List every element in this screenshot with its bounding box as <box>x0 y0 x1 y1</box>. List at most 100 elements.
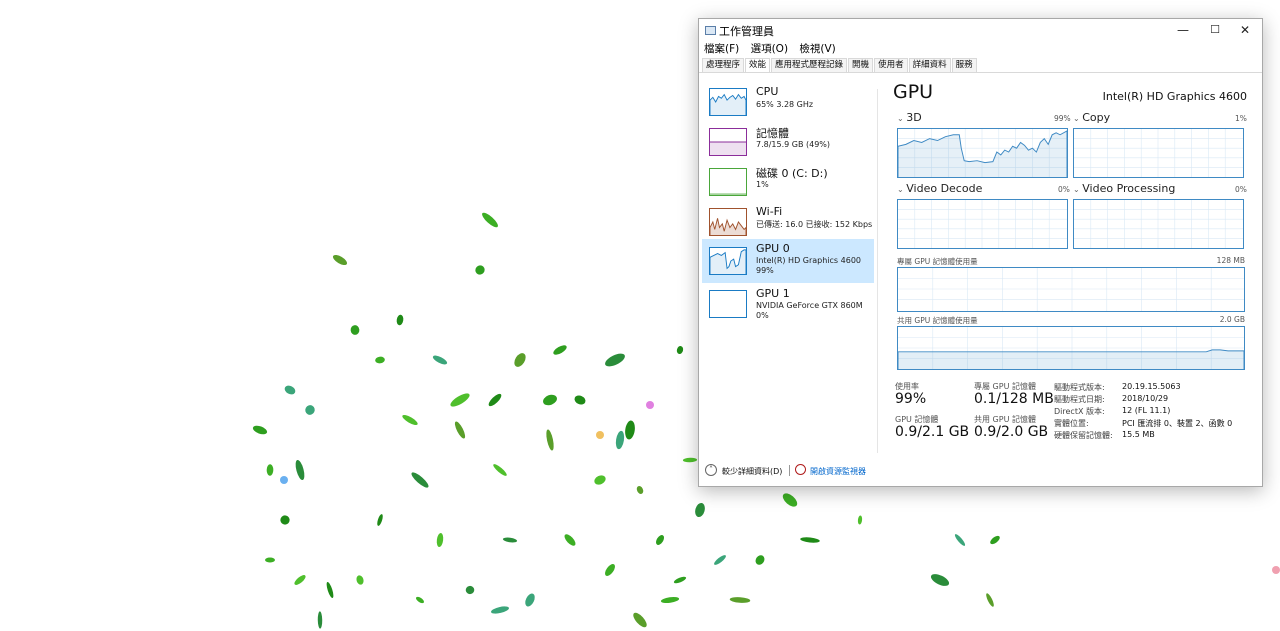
leaf <box>284 385 296 395</box>
leaf <box>432 355 448 365</box>
detail-title: GPU <box>893 81 934 103</box>
chevron-down-icon: ⌄ <box>897 114 907 123</box>
sidebar-item-memory-sub: 7.8/15.9 GB (49%) <box>756 140 831 149</box>
panel-divider <box>877 89 878 453</box>
maximize-button[interactable]: ☐ <box>1200 19 1230 41</box>
tab-users[interactable]: 使用者 <box>874 58 908 72</box>
tab-app-history[interactable]: 應用程式歷程記錄 <box>771 58 848 72</box>
sidebar-item-gpu1-sub: NVIDIA GeForce GTX 860M <box>756 301 863 310</box>
stat-shared-value: 0.9/2.0 GB <box>974 424 1049 440</box>
leaf <box>411 472 429 488</box>
leaf <box>800 537 820 543</box>
title-bar[interactable]: 工作管理員 — ☐ ✕ <box>699 19 1262 41</box>
leaf <box>294 575 306 585</box>
sidebar-item-cpu-sub: 65% 3.28 GHz <box>756 100 814 109</box>
fewer-details-link[interactable]: 較少詳細資料(D) <box>722 466 782 477</box>
engine-video-decode-label[interactable]: ⌄ Video Decode <box>897 182 982 195</box>
leaf <box>326 582 334 598</box>
sidebar-item-gpu1[interactable]: GPU 1 NVIDIA GeForce GTX 860M 0% <box>702 284 874 328</box>
leaf <box>673 576 687 584</box>
leaf <box>482 212 498 228</box>
wifi-thumbnail-graph <box>709 208 747 236</box>
leaf <box>356 575 364 585</box>
leaf <box>491 606 509 614</box>
chevron-down-icon: ⌄ <box>1073 114 1083 123</box>
leaf <box>615 430 625 450</box>
leaf <box>280 515 290 525</box>
leaf <box>695 502 705 518</box>
sidebar-item-memory[interactable]: 記憶體 7.8/15.9 GB (49%) <box>702 122 874 166</box>
sidebar-item-disk[interactable]: 磁碟 0 (C: D:) 1% <box>702 162 874 206</box>
task-manager-icon <box>705 26 716 35</box>
window-title: 工作管理員 <box>719 25 774 38</box>
engine-video-processing-graph <box>1073 199 1244 249</box>
flower <box>596 431 604 439</box>
leaf <box>502 537 518 543</box>
leaf <box>714 555 726 565</box>
menu-options[interactable]: 選項(O) <box>751 43 788 55</box>
engine-copy-pct: 1% <box>1235 114 1247 123</box>
leaf <box>252 425 268 435</box>
engine-video-processing-pct: 0% <box>1235 185 1247 194</box>
tab-strip: 處理程序 效能 應用程式歷程記錄 開機 使用者 詳細資料 服務 <box>699 57 1262 73</box>
tab-performance[interactable]: 效能 <box>745 58 771 72</box>
open-resource-monitor-link[interactable]: 開啟資源監視器 <box>810 466 866 477</box>
engine-video-processing-label[interactable]: ⌄ Video Processing <box>1073 182 1175 195</box>
dedicated-memory-graph <box>897 267 1245 312</box>
flower <box>646 401 654 409</box>
sidebar-item-disk-name: 磁碟 0 (C: D:) <box>756 167 828 180</box>
info-driver-version-value: 20.19.15.5063 <box>1122 382 1181 391</box>
leaf <box>625 420 635 440</box>
menu-view[interactable]: 檢視(V) <box>799 43 835 55</box>
tab-startup[interactable]: 開機 <box>848 58 874 72</box>
leaf <box>436 532 444 548</box>
sidebar-item-gpu0[interactable]: GPU 0 Intel(R) HD Graphics 4600 99% <box>702 239 874 283</box>
menu-file[interactable]: 檔案(F) <box>704 43 739 55</box>
leaf <box>514 353 526 367</box>
leaf <box>493 464 507 476</box>
resource-monitor-icon <box>795 464 806 475</box>
gpu0-thumbnail-graph <box>709 247 747 275</box>
leaf <box>930 574 950 586</box>
sidebar-item-gpu0-name: GPU 0 <box>756 242 790 255</box>
info-location-key: 實體位置: <box>1054 419 1089 428</box>
engine-copy-label[interactable]: ⌄ Copy <box>1073 111 1110 124</box>
stat-utilization-value: 99% <box>895 391 927 407</box>
leaf <box>986 593 994 607</box>
leaf <box>265 557 275 563</box>
info-driver-date-value: 2018/10/29 <box>1122 394 1169 403</box>
leaf <box>543 394 557 406</box>
task-manager-window: 工作管理員 — ☐ ✕ 檔案(F) 選項(O) 檢視(V) 處理程序 效能 應用… <box>698 18 1263 487</box>
leaf <box>990 535 1000 545</box>
menu-bar: 檔案(F) 選項(O) 檢視(V) <box>699 41 1262 57</box>
leaf <box>755 555 765 565</box>
sidebar-item-memory-name: 記憶體 <box>756 127 789 140</box>
info-reserved-memory-value: 15.5 MB <box>1122 430 1155 439</box>
sidebar-item-gpu0-sub2: 99% <box>756 266 774 275</box>
tab-services[interactable]: 服務 <box>951 58 977 72</box>
minimize-button[interactable]: — <box>1168 19 1198 41</box>
close-button[interactable]: ✕ <box>1230 19 1260 41</box>
info-directx-key: DirectX 版本: <box>1054 407 1105 416</box>
detail-model: Intel(R) HD Graphics 4600 <box>1102 90 1247 103</box>
leaf <box>266 464 274 476</box>
sidebar-item-wifi-name: Wi-Fi <box>756 205 783 218</box>
leaf <box>660 596 680 604</box>
sidebar-item-gpu1-sub2: 0% <box>756 311 769 320</box>
engine-copy-graph <box>1073 128 1244 178</box>
engine-3d-pct: 99% <box>1054 114 1071 123</box>
engine-3d-label[interactable]: ⌄ 3D <box>897 111 922 124</box>
engine-3d-graph <box>897 128 1068 178</box>
chevron-down-icon: ⌄ <box>1073 185 1083 194</box>
leaf <box>295 459 305 481</box>
leaf <box>450 393 470 407</box>
leaf <box>305 405 315 415</box>
leaf <box>454 421 466 439</box>
tab-processes[interactable]: 處理程序 <box>702 58 745 72</box>
info-location-value: PCI 匯流排 0、裝置 2、函數 0 <box>1122 419 1233 428</box>
info-driver-version-key: 驅動程式版本: <box>1054 383 1105 392</box>
chevron-up-icon[interactable]: ˄ <box>705 464 717 476</box>
tab-details[interactable]: 詳細資料 <box>908 58 951 72</box>
leaf <box>465 585 475 595</box>
sidebar-item-cpu[interactable]: CPU 65% 3.28 GHz <box>702 82 874 126</box>
